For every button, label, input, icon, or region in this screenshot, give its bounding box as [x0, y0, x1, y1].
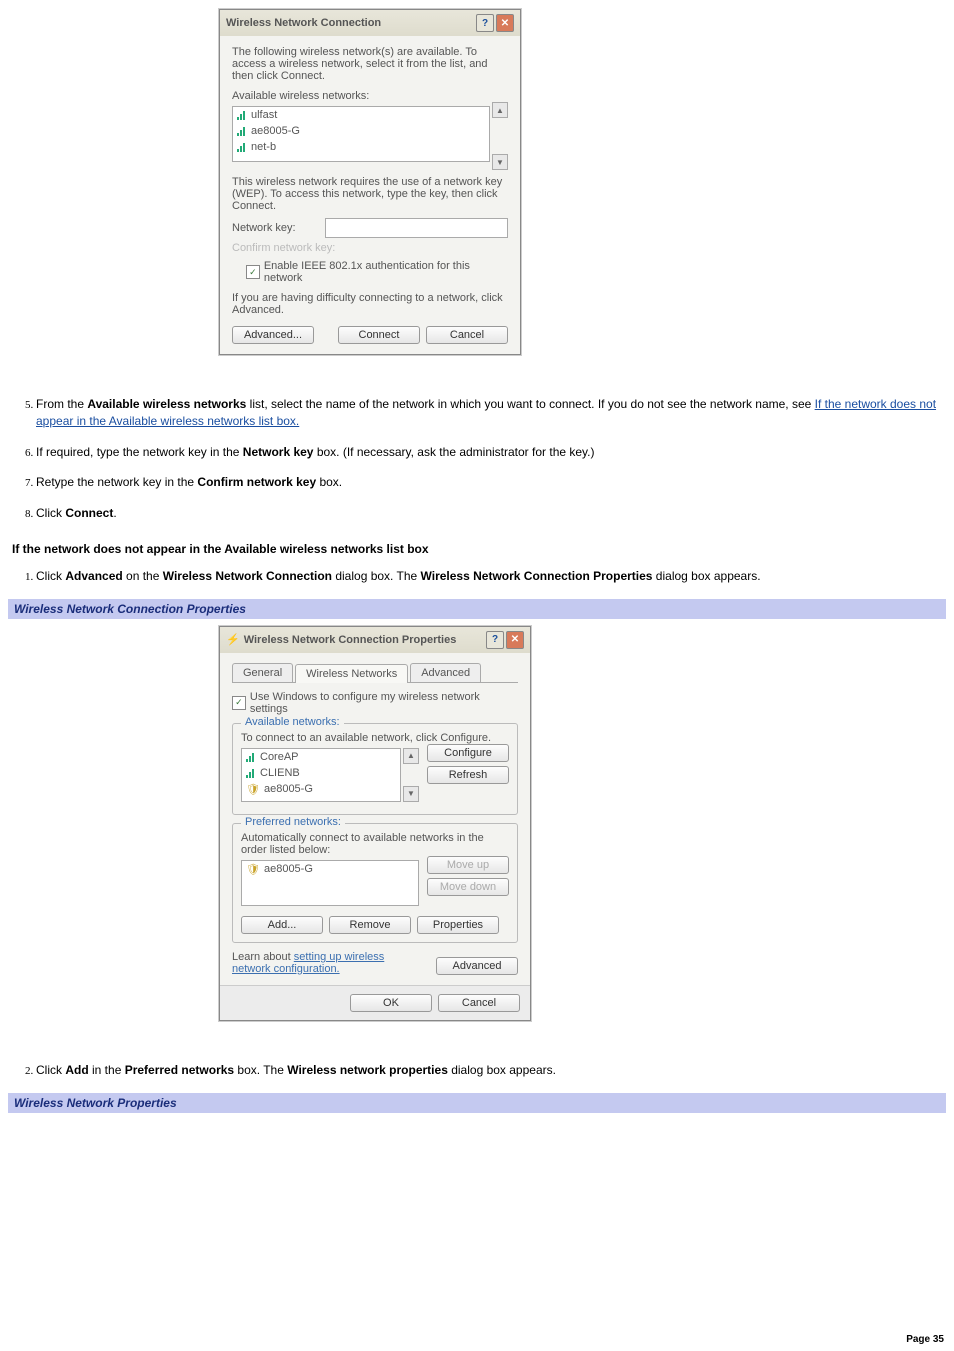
use-windows-label: Use Windows to configure my wireless net… [250, 691, 518, 715]
network-key-input[interactable] [325, 218, 508, 238]
connection-properties-dialog-screenshot: ⚡Wireless Network Connection Properties … [218, 625, 532, 1022]
step-7: Retype the network key in the Confirm ne… [36, 474, 946, 491]
checkbox-icon[interactable]: ✓ [246, 265, 260, 279]
section-heading-not-appear: If the network does not appear in the Av… [12, 542, 946, 556]
refresh-button[interactable]: Refresh [427, 766, 509, 784]
dialog-intro-text: The following wireless network(s) are av… [232, 46, 508, 82]
preferred-group-label: Preferred networks: [241, 816, 345, 828]
scroll-up-icon[interactable]: ▲ [403, 748, 419, 764]
wireless-connection-dialog-screenshot: Wireless Network Connection ? ✕ The foll… [218, 8, 522, 356]
signal-icon [246, 768, 256, 778]
connect-button[interactable]: Connect [338, 326, 420, 344]
network-item[interactable]: CLIENB [242, 765, 400, 781]
network-item[interactable]: ae8005-G [233, 123, 489, 139]
secure-icon: 🛡 [246, 783, 260, 796]
tab-general[interactable]: General [232, 663, 293, 682]
configure-button[interactable]: Configure [427, 744, 509, 762]
network-item[interactable]: net-b [233, 139, 489, 155]
tab-strip: General Wireless Networks Advanced [232, 663, 518, 683]
move-down-button[interactable]: Move down [427, 878, 509, 896]
network-key-label: Network key: [232, 222, 325, 234]
available-group-text: To connect to an available network, clic… [241, 732, 509, 744]
instruction-list-c: Click Add in the Preferred networks box.… [36, 1062, 946, 1079]
step-5: From the Available wireless networks lis… [36, 396, 946, 430]
signal-icon [246, 752, 256, 762]
confirm-key-row: Confirm network key: [232, 242, 508, 254]
cancel-button[interactable]: Cancel [426, 326, 508, 344]
cancel-button[interactable]: Cancel [438, 994, 520, 1012]
tab-wireless-networks[interactable]: Wireless Networks [295, 664, 408, 683]
available-group-label: Available networks: [241, 716, 344, 728]
instruction-list-a: From the Available wireless networks lis… [36, 396, 946, 522]
help-icon[interactable]: ? [486, 631, 504, 649]
secure-icon: 🛡 [246, 863, 260, 876]
advanced-button[interactable]: Advanced... [232, 326, 314, 344]
available-networks-inner-list[interactable]: CoreAP CLIENB 🛡ae8005-G [241, 748, 401, 802]
step-6: If required, type the network key in the… [36, 444, 946, 461]
preferred-networks-inner-list[interactable]: 🛡ae8005-G [241, 860, 419, 906]
network-item[interactable]: 🛡ae8005-G [242, 781, 400, 798]
dialog2-titlebar: ⚡Wireless Network Connection Properties … [220, 627, 530, 653]
network-item[interactable]: ulfast [233, 107, 489, 123]
difficulty-text: If you are having difficulty connecting … [232, 292, 508, 316]
wep-requirement-text: This wireless network requires the use o… [232, 176, 508, 212]
use-windows-checkbox-row[interactable]: ✓ Use Windows to configure my wireless n… [232, 691, 518, 715]
network-icon: ⚡ [226, 634, 240, 646]
signal-icon [237, 126, 247, 136]
dialog2-title: Wireless Network Connection Properties [244, 634, 457, 646]
step-8: Click Connect. [36, 505, 946, 522]
network-key-row: Network key: [232, 218, 508, 238]
confirm-key-label: Confirm network key: [232, 242, 342, 254]
network-item[interactable]: CoreAP [242, 749, 400, 765]
instruction-list-b: Click Advanced on the Wireless Network C… [36, 568, 946, 585]
help-icon[interactable]: ? [476, 14, 494, 32]
properties-button[interactable]: Properties [417, 916, 499, 934]
ieee-checkbox-row[interactable]: ✓ Enable IEEE 802.1x authentication for … [246, 260, 508, 284]
close-icon[interactable]: ✕ [506, 631, 524, 649]
scroll-down-icon[interactable]: ▼ [492, 154, 508, 170]
ok-button[interactable]: OK [350, 994, 432, 1012]
signal-icon [237, 110, 247, 120]
scroll-up-icon[interactable]: ▲ [492, 102, 508, 118]
page-number: Page 35 [906, 1334, 944, 1345]
dialog-title: Wireless Network Connection [226, 17, 381, 29]
remove-button[interactable]: Remove [329, 916, 411, 934]
caption-bar-wireless-properties: Wireless Network Properties [8, 1093, 946, 1113]
ieee-checkbox-label: Enable IEEE 802.1x authentication for th… [264, 260, 508, 284]
add-button[interactable]: Add... [241, 916, 323, 934]
advanced-button[interactable]: Advanced [436, 957, 518, 975]
preferred-networks-group: Preferred networks: Automatically connec… [232, 823, 518, 943]
available-networks-label: Available wireless networks: [232, 90, 508, 102]
scroll-down-icon[interactable]: ▼ [403, 786, 419, 802]
move-up-button[interactable]: Move up [427, 856, 509, 874]
caption-bar-properties: Wireless Network Connection Properties [8, 599, 946, 619]
tab-advanced[interactable]: Advanced [410, 663, 481, 682]
network-item[interactable]: 🛡ae8005-G [242, 861, 418, 878]
checkbox-icon[interactable]: ✓ [232, 696, 246, 710]
step-b1: Click Advanced on the Wireless Network C… [36, 568, 946, 585]
step-c2: Click Add in the Preferred networks box.… [36, 1062, 946, 1079]
learn-about-text: Learn about setting up wireless network … [232, 951, 402, 975]
available-networks-group: Available networks: To connect to an ava… [232, 723, 518, 815]
close-icon[interactable]: ✕ [496, 14, 514, 32]
signal-icon [237, 142, 247, 152]
preferred-group-text: Automatically connect to available netwo… [241, 832, 509, 856]
available-networks-list[interactable]: ulfast ae8005-G net-b [232, 106, 490, 162]
dialog-titlebar: Wireless Network Connection ? ✕ [220, 10, 520, 36]
